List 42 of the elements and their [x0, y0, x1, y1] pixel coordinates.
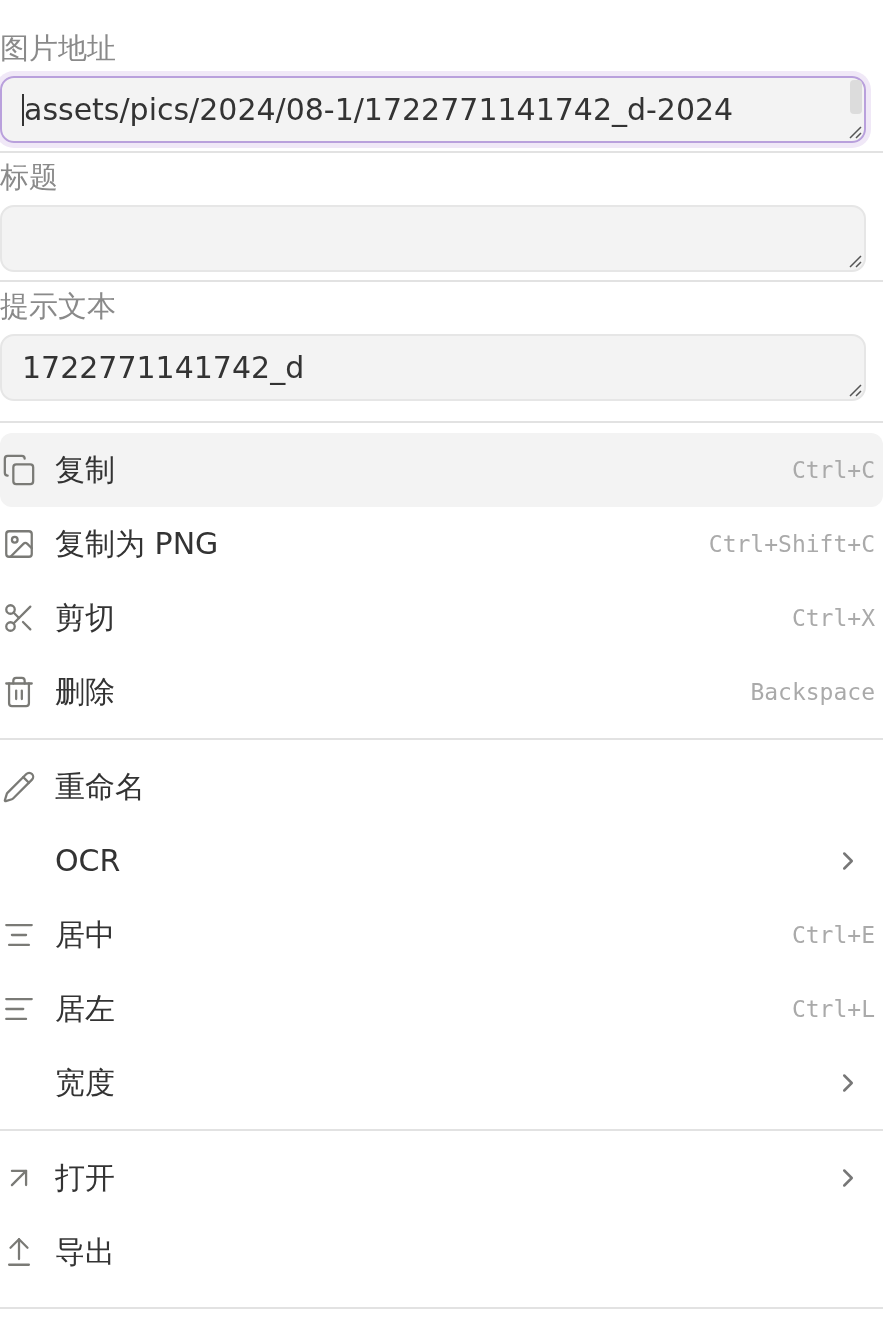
field-value: assets/pics/2024/08-1/1722771141742_d-2024 [24, 94, 734, 125]
menu-item[interactable]: 居中 Ctrl+E [0, 898, 883, 972]
menu-item-label: 复制为 PNG [55, 529, 219, 559]
shortcut-text: Ctrl+L [791, 994, 876, 1024]
menu-item[interactable]: 居左 Ctrl+L [0, 972, 883, 1046]
menu-item[interactable]: 删除 Backspace [0, 655, 883, 729]
field-label: 标题 [0, 162, 58, 192]
menu-item[interactable]: OCR [0, 824, 883, 898]
trash-icon [2, 675, 36, 709]
menu-item[interactable]: 导出 [0, 1215, 883, 1289]
text-field[interactable] [0, 205, 866, 272]
menu-item-label: 导出 [55, 1237, 115, 1267]
text-field[interactable]: 1722771141742_d [0, 334, 866, 401]
menu-item-label: 重命名 [55, 772, 145, 802]
shortcut-text: Ctrl+X [791, 603, 876, 633]
field-label: 提示文本 [0, 291, 116, 321]
shortcut-text: Ctrl+C [791, 455, 876, 485]
menu-item-label: 剪切 [55, 603, 115, 633]
menu-item-label: OCR [55, 846, 121, 876]
menu-item[interactable]: 打开 [0, 1141, 883, 1215]
menu-item[interactable]: 重命名 [0, 750, 883, 824]
menu-item[interactable]: 复制 Ctrl+C [0, 433, 883, 507]
pencil-icon [2, 770, 36, 804]
menu-item-label: 删除 [55, 677, 115, 707]
menu-item[interactable]: 宽度 [0, 1046, 883, 1120]
copy-icon [2, 453, 36, 487]
menu-item[interactable]: 剪切 Ctrl+X [0, 581, 883, 655]
menu-item-label: 复制 [55, 455, 115, 485]
image-icon [2, 527, 36, 561]
menu-item-label: 打开 [55, 1163, 115, 1193]
field-value: 1722771141742_d [22, 352, 305, 383]
shortcut-text: Backspace [750, 677, 876, 707]
text-field[interactable]: assets/pics/2024/08-1/1722771141742_d-2024 [0, 76, 866, 143]
menu-item[interactable]: 复制为 PNG Ctrl+Shift+C [0, 507, 883, 581]
shortcut-text: Ctrl+Shift+C [708, 529, 876, 559]
text-cursor [22, 93, 24, 126]
shortcut-text: Ctrl+E [791, 920, 876, 950]
menu-item-label: 居中 [55, 920, 115, 950]
scrollbar-thumb[interactable] [850, 80, 862, 114]
field-label: 图片地址 [0, 33, 116, 63]
menu-item-label: 宽度 [55, 1068, 115, 1098]
menu-item-label: 居左 [55, 994, 115, 1024]
